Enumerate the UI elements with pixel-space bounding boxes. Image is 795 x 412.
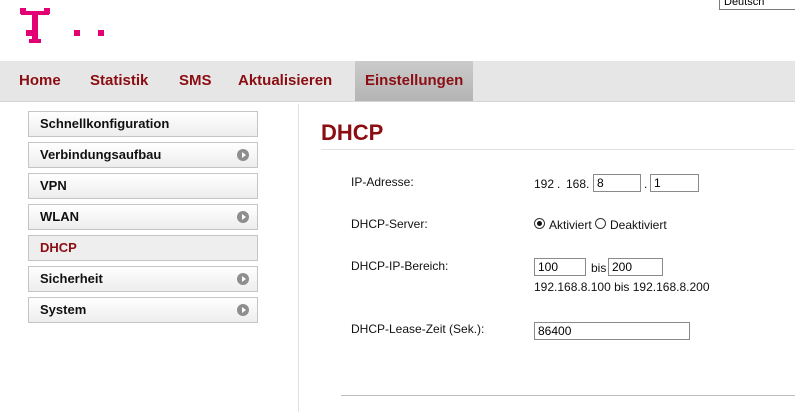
sidebar-item-vpn[interactable]: VPN [28, 173, 258, 199]
range-start-input[interactable] [534, 258, 586, 276]
main-nav: Home Statistik SMS Aktualisieren Einstel… [0, 61, 795, 102]
lease-time-input[interactable] [534, 322, 690, 340]
nav-aktualisieren[interactable]: Aktualisieren [238, 61, 332, 101]
nav-sms[interactable]: SMS [179, 61, 212, 101]
range-end-input[interactable] [608, 258, 663, 276]
arrow-right-icon [237, 273, 249, 285]
sidebar-item-dhcp[interactable]: DHCP [28, 235, 258, 261]
dhcp-range-label: DHCP-IP-Bereich: [351, 259, 449, 273]
nav-statistik[interactable]: Statistik [90, 61, 148, 101]
ip-octet-2: 168 [566, 177, 587, 191]
sidebar-item-label: Schnellkonfiguration [40, 116, 170, 131]
sidebar-item-schnellkonfiguration[interactable]: Schnellkonfiguration [28, 111, 258, 137]
radio-deaktiviert-label[interactable]: Deaktiviert [610, 218, 667, 232]
page-title: DHCP [321, 120, 384, 145]
ip-octet-3-input[interactable] [593, 174, 641, 192]
sidebar-item-label: Sicherheit [40, 271, 103, 286]
sidebar-item-label: DHCP [40, 240, 77, 255]
footer-divider [341, 395, 795, 396]
arrow-right-icon [237, 304, 249, 316]
ip-separator: . [644, 177, 648, 191]
ip-separator: . [557, 177, 561, 191]
ip-separator: . [586, 177, 590, 191]
title-divider [321, 149, 795, 150]
sidebar-item-wlan[interactable]: WLAN [28, 204, 258, 230]
radio-aktiviert-label[interactable]: Aktiviert [549, 218, 592, 232]
range-bis-label: bis [591, 261, 607, 275]
sidebar-item-label: Verbindungsaufbau [40, 147, 162, 162]
ip-octet-4-input[interactable] [650, 174, 699, 192]
ip-address-label: IP-Adresse: [351, 175, 414, 189]
nav-einstellungen[interactable]: Einstellungen [355, 61, 474, 101]
range-summary: 192.168.8.100 bis 192.168.8.200 [534, 280, 710, 294]
arrow-right-icon [237, 211, 249, 223]
sidebar-divider [298, 104, 299, 412]
telekom-logo[interactable] [20, 8, 120, 48]
sidebar-item-label: WLAN [40, 209, 79, 224]
sidebar-item-label: VPN [40, 178, 67, 193]
nav-home[interactable]: Home [19, 61, 61, 101]
sidebar-item-label: System [40, 302, 87, 317]
lease-time-label: DHCP-Lease-Zeit (Sek.): [351, 322, 485, 336]
language-select[interactable]: Deutsch [719, 0, 795, 10]
ip-octet-1: 192 [534, 177, 555, 191]
radio-aktiviert[interactable] [534, 218, 545, 229]
sidebar-item-verbindungsaufbau[interactable]: Verbindungsaufbau [28, 142, 258, 168]
dhcp-server-label: DHCP-Server: [351, 217, 428, 231]
sidebar-item-system[interactable]: System [28, 297, 258, 323]
language-select-value: Deutsch [724, 0, 765, 8]
arrow-right-icon [237, 149, 249, 161]
sidebar-item-sicherheit[interactable]: Sicherheit [28, 266, 258, 292]
radio-deaktiviert[interactable] [595, 218, 606, 229]
